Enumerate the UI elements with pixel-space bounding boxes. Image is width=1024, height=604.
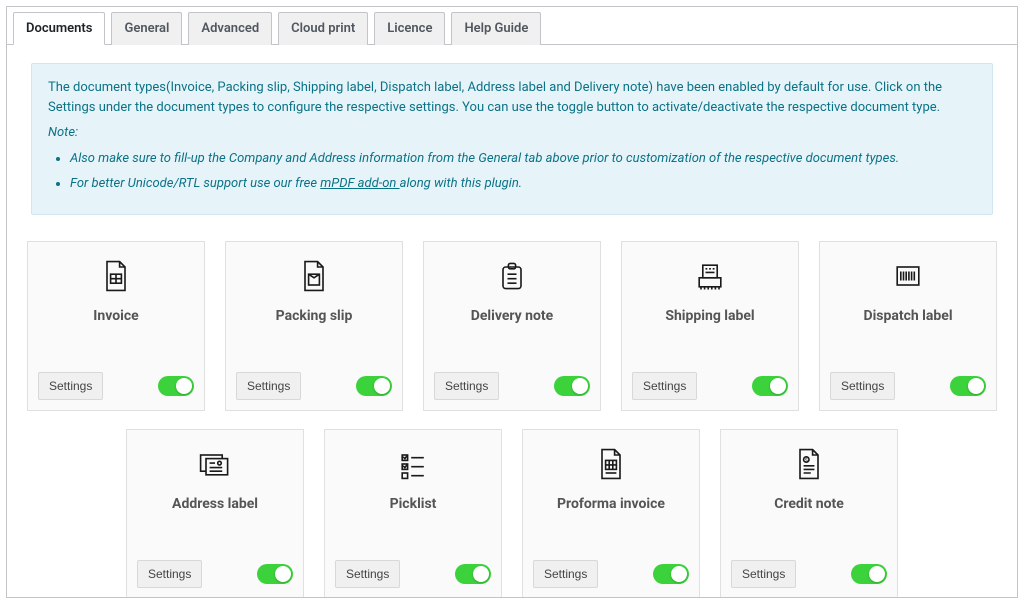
picklist-icon — [395, 444, 431, 484]
card-title: Invoice — [93, 308, 138, 324]
toggle-address-label[interactable] — [257, 564, 293, 584]
card-delivery-note: Delivery note Settings — [423, 241, 601, 411]
notice-bullet-2-pre: For better Unicode/RTL support use our f… — [70, 176, 320, 191]
notice-line1: The document types(Invoice, Packing slip… — [48, 78, 976, 117]
document-row-1: Invoice Settings Packing slip Settings — [27, 241, 997, 411]
toggle-dispatch-label[interactable] — [950, 376, 986, 396]
settings-button-packing-slip[interactable]: Settings — [236, 372, 301, 400]
delivery-note-icon — [494, 256, 530, 296]
card-address-label: Address label Settings — [126, 429, 304, 599]
tab-general[interactable]: General — [111, 12, 182, 45]
tab-documents[interactable]: Documents — [13, 12, 105, 45]
card-title: Dispatch label — [863, 308, 952, 324]
toggle-proforma-invoice[interactable] — [653, 564, 689, 584]
settings-button-address-label[interactable]: Settings — [137, 560, 202, 588]
notice-bullet-2-post: along with this plugin. — [400, 176, 523, 191]
settings-button-picklist[interactable]: Settings — [335, 560, 400, 588]
toggle-picklist[interactable] — [455, 564, 491, 584]
tab-cloud-print[interactable]: Cloud print — [278, 12, 368, 45]
tab-content: The document types(Invoice, Packing slip… — [7, 45, 1017, 598]
toggle-credit-note[interactable] — [851, 564, 887, 584]
card-title: Credit note — [774, 496, 844, 512]
toggle-shipping-label[interactable] — [752, 376, 788, 396]
tabs-bar: Documents General Advanced Cloud print L… — [7, 7, 1017, 45]
dispatch-label-icon — [890, 256, 926, 296]
card-picklist: Picklist Settings — [324, 429, 502, 599]
card-proforma-invoice: Proforma invoice Settings — [522, 429, 700, 599]
document-row-2: Address label Settings Picklist Settings — [126, 429, 898, 599]
proforma-invoice-icon — [593, 444, 629, 484]
packing-slip-icon — [296, 256, 332, 296]
card-credit-note: $ Credit note Settings — [720, 429, 898, 599]
notice-note-label: Note: — [48, 125, 78, 140]
card-invoice: Invoice Settings — [27, 241, 205, 411]
card-title: Proforma invoice — [557, 496, 665, 512]
toggle-packing-slip[interactable] — [356, 376, 392, 396]
shipping-label-icon — [692, 256, 728, 296]
notice-bullet-1: Also make sure to fill-up the Company an… — [70, 149, 976, 169]
credit-note-icon: $ — [791, 444, 827, 484]
card-title: Picklist — [390, 496, 437, 512]
invoice-icon — [98, 256, 134, 296]
svg-text:$: $ — [805, 457, 808, 464]
settings-button-invoice[interactable]: Settings — [38, 372, 103, 400]
settings-panel: Documents General Advanced Cloud print L… — [6, 6, 1018, 598]
address-label-icon — [195, 444, 235, 484]
card-title: Packing slip — [276, 308, 353, 324]
settings-button-delivery-note[interactable]: Settings — [434, 372, 499, 400]
tab-licence[interactable]: Licence — [374, 12, 445, 45]
tab-help-guide[interactable]: Help Guide — [451, 12, 541, 45]
settings-button-credit-note[interactable]: Settings — [731, 560, 796, 588]
card-shipping-label: Shipping label Settings — [621, 241, 799, 411]
tab-advanced[interactable]: Advanced — [188, 12, 272, 45]
mpdf-addon-link[interactable]: mPDF add-on — [320, 176, 399, 191]
info-notice: The document types(Invoice, Packing slip… — [31, 63, 993, 215]
card-title: Shipping label — [665, 308, 754, 324]
card-packing-slip: Packing slip Settings — [225, 241, 403, 411]
card-dispatch-label: Dispatch label Settings — [819, 241, 997, 411]
toggle-delivery-note[interactable] — [554, 376, 590, 396]
toggle-invoice[interactable] — [158, 376, 194, 396]
document-types-grid: Invoice Settings Packing slip Settings — [31, 241, 993, 599]
card-title: Delivery note — [471, 308, 553, 324]
card-title: Address label — [172, 496, 258, 512]
settings-button-dispatch-label[interactable]: Settings — [830, 372, 895, 400]
settings-button-proforma-invoice[interactable]: Settings — [533, 560, 598, 588]
settings-button-shipping-label[interactable]: Settings — [632, 372, 697, 400]
notice-bullet-2: For better Unicode/RTL support use our f… — [70, 174, 976, 194]
